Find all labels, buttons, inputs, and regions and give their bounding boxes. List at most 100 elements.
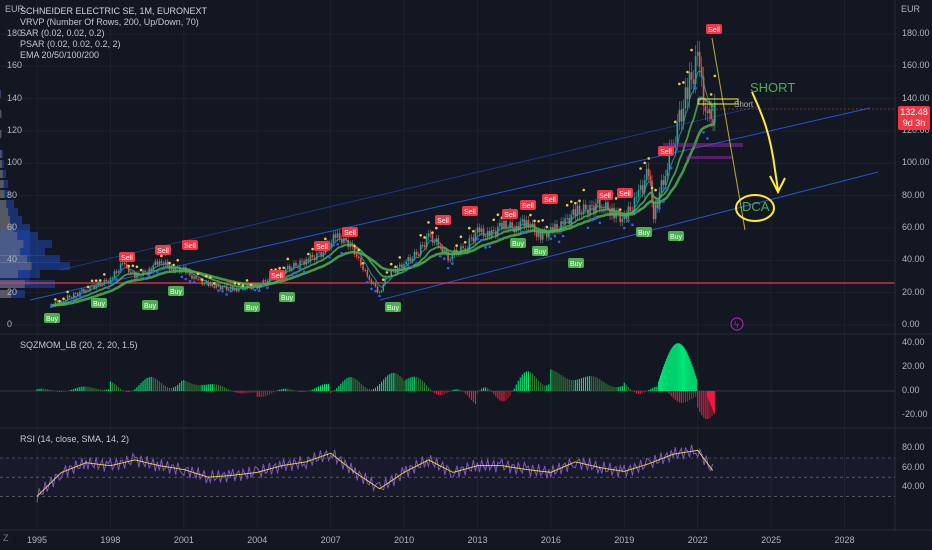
left-tick: 160 (7, 60, 23, 71)
candle-body (451, 255, 454, 260)
buy-signal-label: Buy (670, 234, 683, 241)
candle-body (105, 279, 108, 282)
candle-body (154, 261, 157, 266)
sar-dot (102, 273, 106, 276)
left-tick: 180 (7, 27, 23, 38)
sar-dot (294, 271, 298, 275)
sar-dot (411, 265, 414, 268)
rsi-pane-label[interactable]: RSI (14, close, SMA, 14, 2) (20, 434, 129, 445)
sar-dot (74, 295, 78, 299)
sar-dot (686, 70, 689, 74)
candle-body (696, 51, 699, 56)
sar-dot (446, 266, 450, 270)
sar-dot (419, 233, 422, 237)
sar-dot (690, 48, 693, 52)
candle-body (480, 228, 483, 233)
candle-body (83, 289, 85, 293)
candle-body (572, 209, 575, 215)
sar-dot (213, 281, 216, 285)
sar-dot (298, 266, 302, 270)
sar-dot (553, 234, 557, 238)
candle-body (264, 280, 267, 281)
sell-signal-label: Sell (599, 193, 611, 200)
sar-dot (98, 279, 102, 282)
candle-body (364, 269, 367, 271)
sar-dot (324, 237, 327, 241)
candle-body (197, 278, 199, 280)
sar-dot (569, 200, 573, 203)
left-tick: 80 (7, 189, 18, 200)
candle-body (301, 260, 303, 262)
sar-dot (278, 266, 281, 270)
candle-body (686, 87, 689, 100)
indicator-ema[interactable]: EMA 20/50/100/200 (20, 50, 99, 61)
sqzmom-pane-label[interactable]: SQZMOM_LB (20, 2, 20, 1.5) (20, 340, 138, 351)
sar-dot (290, 273, 294, 277)
candle-body (287, 266, 289, 270)
candle-body (195, 276, 197, 279)
candle-body (376, 286, 379, 293)
candle-body (409, 257, 412, 262)
ema-line (51, 122, 716, 307)
sar-dot (311, 247, 314, 251)
sar-dot (654, 188, 657, 192)
short-annotation: SHORT (750, 80, 796, 95)
candle-body (227, 289, 230, 291)
indicator-psar[interactable]: PSAR (0.02, 0.02, 0.2, 2) (20, 39, 121, 50)
sar-dot (525, 231, 528, 235)
sqz-tick: 40.00 (902, 337, 925, 348)
sar-dot (402, 269, 406, 273)
sell-signal-label: Sell (157, 248, 169, 255)
buy-signal-label: Buy (170, 289, 183, 296)
left-tick: 0 (7, 319, 13, 329)
sar-dot (266, 286, 269, 290)
sell-signal-label: Sell (121, 255, 133, 262)
sar-dot (200, 278, 204, 281)
candle-body (158, 261, 161, 265)
sar-dot (366, 280, 369, 284)
sar-dot (472, 229, 475, 233)
candle-body (688, 72, 691, 100)
right-tick: 100.00 (902, 157, 930, 168)
candle-body (635, 196, 638, 198)
sar-dot (678, 82, 681, 86)
sar-dot (582, 188, 586, 192)
sell-signal-label: Sell (708, 27, 720, 34)
candle-body (193, 276, 195, 279)
sell-signal-label: Sell (316, 244, 328, 251)
last-price-value: 132.48 (900, 107, 928, 117)
candle-body (521, 219, 524, 222)
sar-dot (82, 294, 86, 298)
candle-body (407, 257, 410, 262)
sar-dot (328, 255, 331, 259)
sar-dot (415, 261, 418, 265)
sar-dot (262, 284, 265, 287)
sar-dot (438, 255, 442, 258)
indicator-vrvp[interactable]: VRVP (Number Of Rows, 200, Up/Down, 70) (20, 17, 199, 28)
sar-dot (533, 219, 536, 223)
timezone-icon[interactable]: Z (3, 533, 9, 543)
time-tick: 2028 (834, 535, 855, 545)
candle-body (710, 109, 712, 120)
sar-dot (139, 268, 143, 272)
candle-body (97, 282, 99, 286)
candle-body (366, 270, 369, 277)
volume-bar (0, 160, 2, 168)
candle-body (662, 180, 665, 185)
candle-body (507, 228, 509, 230)
rsi-tick: 40.00 (902, 480, 925, 491)
sar-dot (381, 278, 385, 281)
sar-dot (537, 219, 540, 223)
sar-dot (370, 287, 373, 291)
indicator-sar[interactable]: SAR (0.02, 0.02, 0.2) (20, 28, 105, 39)
sar-dot (156, 270, 159, 274)
sar-dot (196, 272, 200, 276)
sar-dot (168, 261, 171, 265)
rsi-tick: 60.00 (902, 461, 925, 472)
candle-body (156, 261, 159, 265)
sar-dot (666, 186, 669, 190)
sar-dot (58, 299, 61, 303)
symbol-title[interactable]: SCHNEIDER ELECTRIC SE, 1M, EURONEXT (20, 6, 207, 17)
candle-body (708, 109, 711, 113)
currency-label-left: EUR (5, 4, 25, 14)
